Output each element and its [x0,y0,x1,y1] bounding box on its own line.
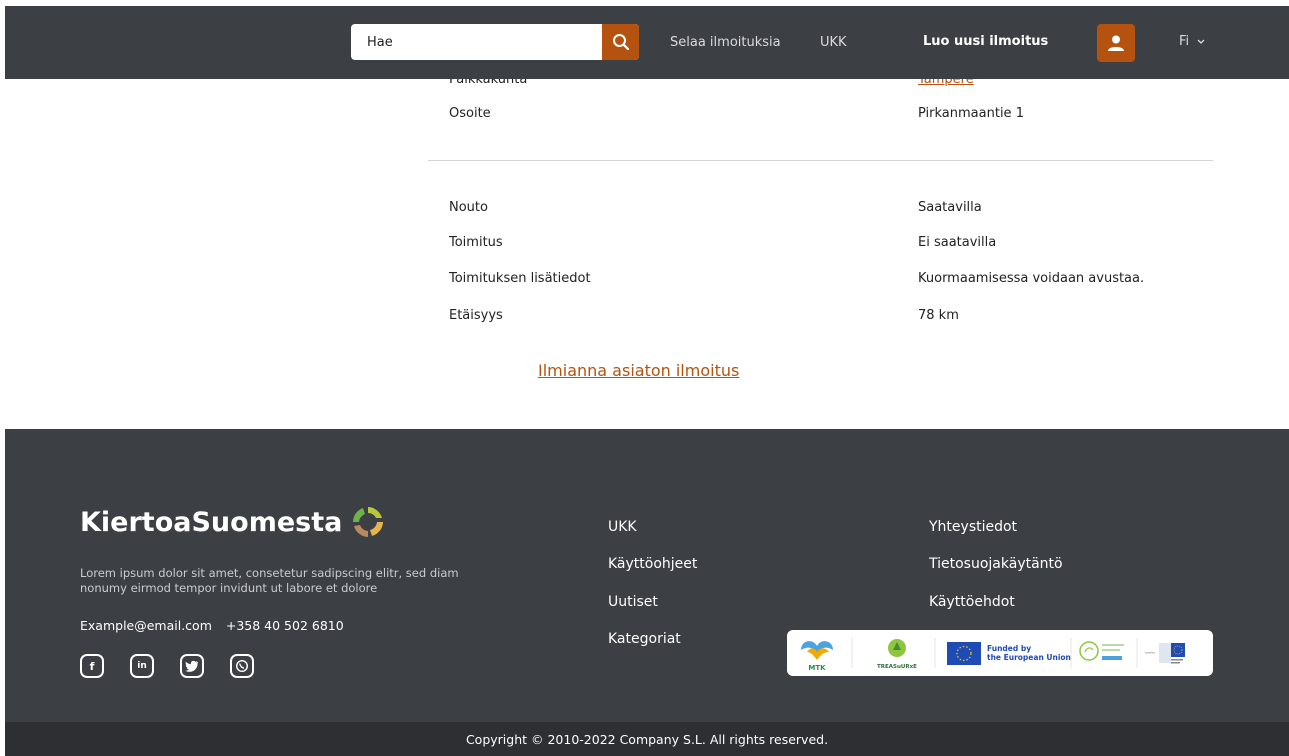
user-icon [1108,35,1124,51]
treasure-logo: TREASuURxE [877,639,917,670]
eu-text-line2: the European Union [987,653,1071,662]
mtk-text: MTK [808,664,826,672]
search-box [351,24,639,60]
contact-phone[interactable]: +358 40 502 6810 [226,618,344,633]
european-commission-logo [1145,643,1185,664]
distance-label: Etäisyys [449,308,503,323]
section-divider [428,160,1213,161]
linkedin-icon[interactable]: in [130,654,154,678]
footer-brand[interactable]: KiertoaSuomesta [80,504,386,540]
language-label: Fi [1179,34,1190,49]
footer-link-news[interactable]: Uutiset [608,594,658,610]
copyright-bar: Copyright © 2010-2022 Company S.L. All r… [5,722,1289,756]
whatsapp-icon[interactable] [230,654,254,678]
search-icon [612,34,629,51]
brand-name: KiertoaSuomesta [80,506,343,538]
footer-description: Lorem ipsum dolor sit amet, consetetur s… [80,566,459,595]
twitter-icon[interactable] [180,654,204,678]
address-value: Pirkanmaantie 1 [918,106,1024,121]
facebook-icon[interactable]: f [80,654,104,678]
delivery-value: Ei saatavilla [918,235,997,250]
recycle-logo-icon [353,507,384,537]
footer: KiertoaSuomesta Lorem ipsum dolor sit am… [5,429,1289,722]
social-links: f in [80,654,254,678]
footer-link-terms[interactable]: Käyttöehdot [929,594,1015,610]
faq-link[interactable]: UKK [820,35,847,50]
delivery-label: Toimitus [449,235,503,250]
create-listing-link[interactable]: Luo uusi ilmoitus [923,34,1048,49]
eu-funded-logo: Funded by the European Union [947,642,1071,665]
search-button[interactable] [602,24,639,60]
delivery-info-value: Kuormaamisessa voidaan avustaa. [918,271,1145,286]
footer-link-categories[interactable]: Kategoriat [608,631,681,647]
partner-logo-strip: MTK TREASuURxE Funded by the European Un… [801,638,1185,672]
copyright-text: Copyright © 2010-2022 Company S.L. All r… [465,732,829,747]
chevron-down-icon [1197,39,1205,44]
footer-link-faq[interactable]: UKK [608,519,637,535]
eu-text-line1: Funded by [987,644,1031,653]
address-label: Osoite [449,106,491,121]
footer-link-instructions[interactable]: Käyttöohjeet [608,556,697,572]
programme-logo [1079,641,1124,661]
footer-contact: Example@email.com +358 40 502 6810 [80,618,344,633]
footer-link-contact[interactable]: Yhteystiedot [929,519,1017,535]
mtk-logo: MTK [801,641,833,672]
partner-logos: MTK TREASuURxE Funded by the European Un… [787,630,1213,676]
pickup-label: Nouto [449,200,488,215]
delivery-info-label: Toimituksen lisätiedot [449,271,591,286]
contact-email[interactable]: Example@email.com [80,618,212,633]
browse-listings-link[interactable]: Selaa ilmoituksia [670,35,781,50]
report-listing-link[interactable]: Ilmianna asiaton ilmoitus [538,361,739,380]
top-navigation-bar: Selaa ilmoituksia UKK Luo uusi ilmoitus … [5,6,1289,79]
footer-link-privacy[interactable]: Tietosuojakäytäntö [929,556,1063,572]
language-selector[interactable]: Fi [1179,34,1205,49]
user-account-button[interactable] [1097,24,1135,62]
pickup-value: Saatavilla [918,200,982,215]
distance-value: 78 km [918,308,959,323]
search-input[interactable] [351,24,591,60]
treasure-text: TREASuURxE [877,664,917,670]
